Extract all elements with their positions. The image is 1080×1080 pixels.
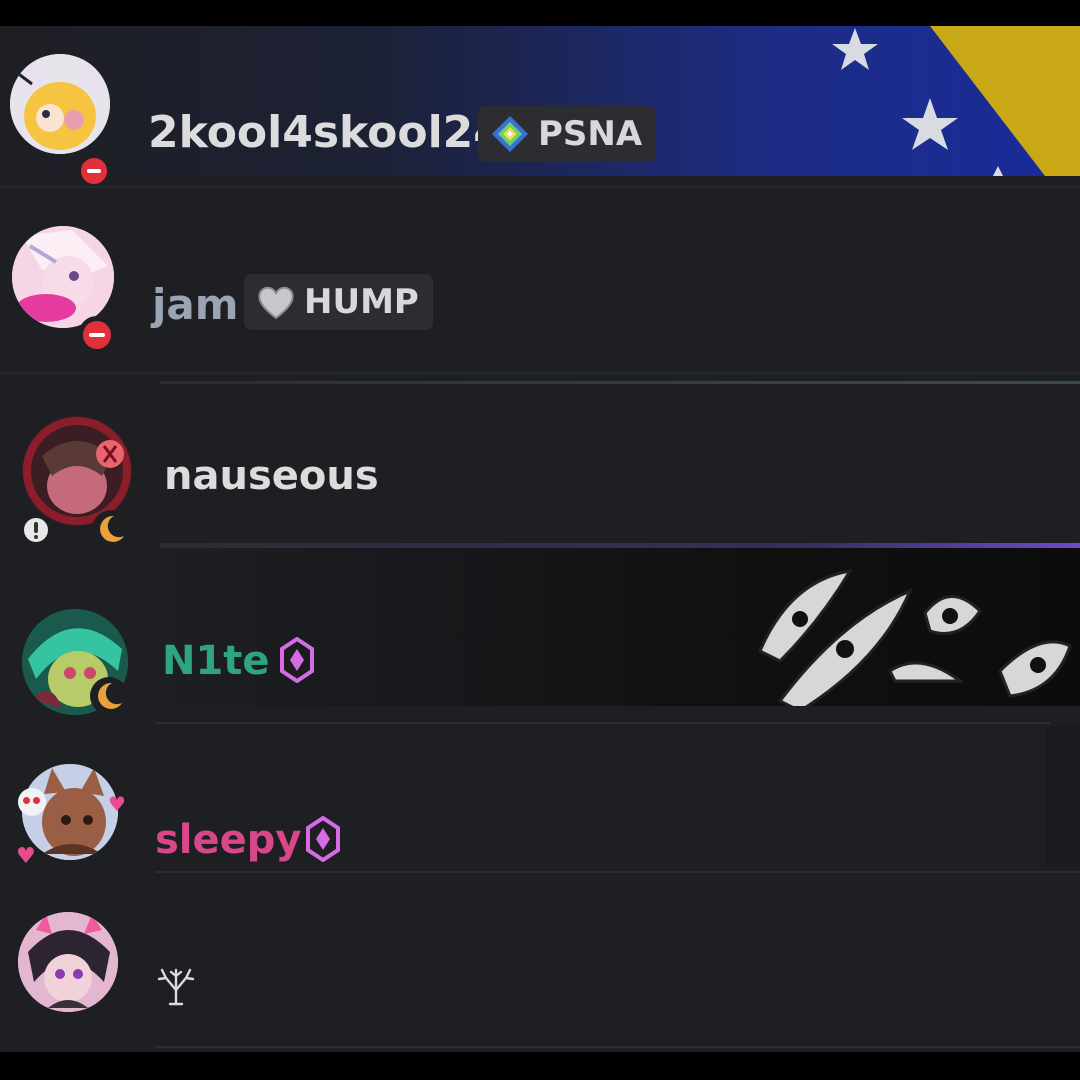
member-row[interactable]: 2kool4skool24 PSNA <box>0 26 1080 189</box>
divider <box>0 186 1080 188</box>
member-row[interactable]: nauseous <box>0 386 1080 548</box>
member-row[interactable] <box>0 876 1080 1052</box>
dnd-status-icon <box>76 153 112 189</box>
nitro-boost-icon <box>280 637 314 683</box>
nitro-boost-icon <box>306 816 340 862</box>
member-name: 2kool4skool24 <box>148 107 504 158</box>
member-row[interactable]: ♥ ♥ sleepy <box>0 726 1080 876</box>
divider <box>155 871 1080 873</box>
diamond-star-icon <box>492 116 528 152</box>
member-list: 2kool4skool24 PSNA jam HUMP nauseous N1t… <box>0 26 1080 1052</box>
divider <box>155 722 1050 724</box>
heart-icon: ♥ <box>16 844 36 869</box>
avatar[interactable] <box>10 54 110 154</box>
guild-tag-label: PSNA <box>538 114 643 154</box>
member-name: sleepy <box>155 817 302 863</box>
divider <box>0 372 1080 374</box>
dnd-status-icon <box>78 316 116 354</box>
heart-icon <box>258 286 294 320</box>
member-row[interactable]: jam HUMP <box>0 196 1080 376</box>
member-name: jam <box>152 280 239 329</box>
guild-tag-label: HUMP <box>304 282 419 322</box>
divider <box>160 381 1080 384</box>
heart-eyes-emoji-icon <box>18 788 46 816</box>
avatar[interactable] <box>12 226 114 328</box>
member-name: N1te <box>162 638 270 684</box>
guild-tag[interactable]: HUMP <box>244 274 433 330</box>
avatar[interactable] <box>18 912 118 1012</box>
member-row[interactable]: N1te <box>0 531 1080 715</box>
guild-tag[interactable]: PSNA <box>478 106 657 162</box>
member-name: nauseous <box>164 453 379 499</box>
scroll-edge <box>1046 726 1080 866</box>
tree-glyph-icon <box>157 968 195 1006</box>
heart-icon: ♥ <box>108 792 126 816</box>
idle-status-icon <box>90 677 128 715</box>
divider <box>155 1046 1080 1048</box>
